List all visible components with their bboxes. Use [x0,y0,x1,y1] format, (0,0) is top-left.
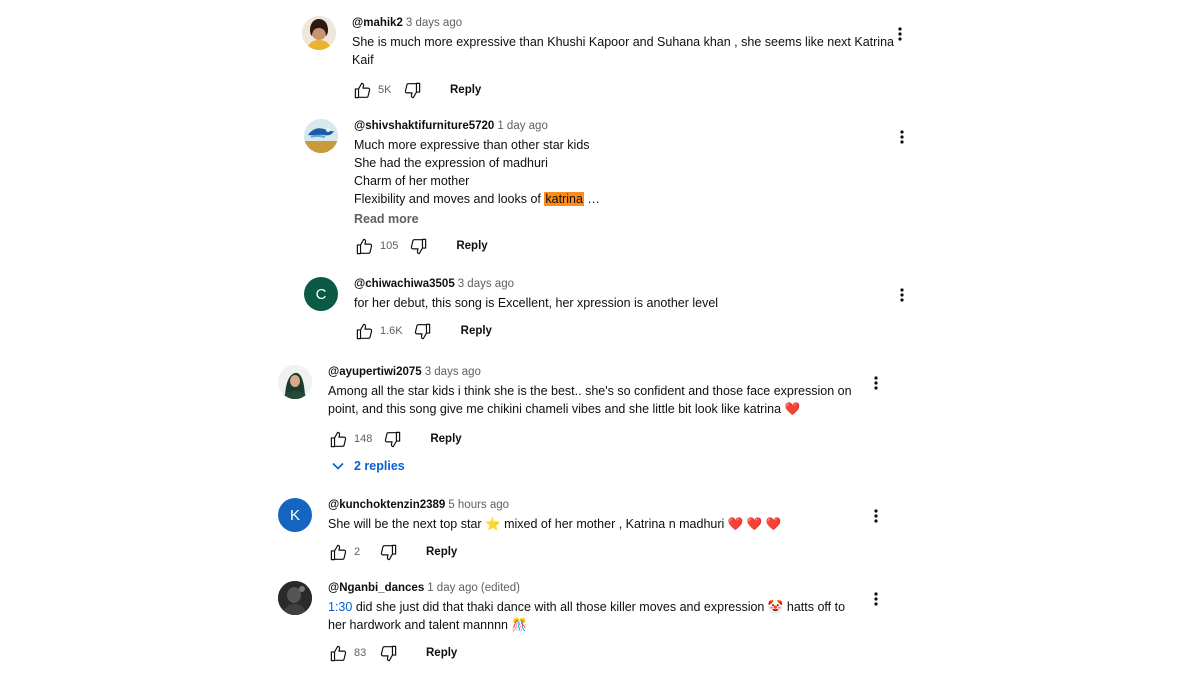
comment-ayupertiwi2075: @ayupertiwi2075 3 days ago Among all the … [278,365,898,480]
more-vert-icon[interactable] [866,373,886,393]
thumbs-down-icon[interactable] [413,321,433,341]
comment-text: She is much more expressive than Khushi … [352,33,894,69]
comment-actions: 83 Reply [328,642,868,664]
avatar-letter: K [289,506,300,524]
author-name[interactable]: @Nganbi_dances [328,582,424,594]
author-name[interactable]: @chiwachiwa3505 [354,278,455,290]
comment-header: @kunchoktenzin2389 5 hours ago [328,498,868,512]
comment-text: for her debut, this song is Excellent, h… [354,294,874,312]
thumbs-down-icon[interactable] [408,236,428,256]
like-count: 5K [378,84,392,96]
read-more-button[interactable]: Read more [354,211,874,227]
more-vert-icon[interactable] [866,506,886,526]
comment-kunchoktenzin2389: K @kunchoktenzin2389 5 hours ago She will… [278,498,898,564]
reply-button[interactable]: Reply [426,647,457,659]
video-timestamp-link[interactable]: 1:30 [328,600,352,614]
comment-line-last: Flexibility and moves and looks of katri… [354,190,874,208]
reply-button[interactable]: Reply [426,546,457,558]
comment-time[interactable]: 3 days ago [425,366,481,378]
author-name[interactable]: @shivshaktifurniture5720 [354,120,494,132]
comment-time[interactable]: 1 day ago (edited) [427,582,520,594]
thumbs-up-icon[interactable] [354,321,374,341]
author-name[interactable]: @ayupertiwi2075 [328,366,422,378]
comment-mahik2: @mahik2 3 days ago She is much more expre… [302,16,902,106]
search-highlight: katrina [544,192,584,206]
comment-line: Charm of her mother [354,174,470,188]
avatar[interactable]: K [278,498,312,532]
comment-text: 1:30 did she just did that thaki dance w… [328,598,868,634]
thumbs-down-icon[interactable] [378,542,398,562]
thumbs-up-icon[interactable] [328,643,348,663]
comment-actions: 5K Reply [352,79,892,101]
more-vert-icon[interactable] [866,589,886,609]
comment-line-rest: did she just did that thaki dance with a… [352,600,846,614]
comment-line: 1:30 did she just did that thaki dance w… [328,598,868,616]
comment-line: She had the expression of madhuri [354,156,548,170]
thumbs-up-icon[interactable] [328,542,348,562]
comment-line: her hardwork and talent mannnn 🎊 [328,618,528,632]
truncation-ellipsis: … [583,192,600,206]
more-vert-icon[interactable] [890,24,910,44]
thumbs-down-icon[interactable] [382,429,402,449]
comment-text: Among all the star kids i think she is t… [328,382,868,418]
comment-text: She will be the next top star ⭐ mixed of… [328,515,868,533]
comment-header: @chiwachiwa3505 3 days ago [354,277,874,291]
view-replies-button[interactable]: 2 replies [332,459,405,473]
comment-header: @ayupertiwi2075 3 days ago [328,365,868,379]
avatar[interactable] [278,365,312,399]
comment-header: @shivshaktifurniture5720 1 day ago [354,119,874,133]
comment-line: point, and this song give me chikini cha… [328,402,801,416]
comment-line: for her debut, this song is Excellent, h… [354,296,719,310]
comment-time[interactable]: 3 days ago [458,278,514,290]
thumbs-down-icon[interactable] [402,80,422,100]
thumbs-up-icon[interactable] [352,80,372,100]
chevron-down-icon [332,462,344,470]
replies-count-label: 2 replies [354,459,405,473]
author-name[interactable]: @mahik2 [352,17,403,29]
comment-actions: 148 Reply [328,428,868,450]
avatar[interactable] [304,119,338,153]
avatar[interactable]: C [304,277,338,311]
comment-line-prefix: Flexibility and moves and looks of [354,192,545,206]
reply-button[interactable]: Reply [456,240,487,252]
like-count: 105 [380,240,399,252]
comment-shivshaktifurniture5720: @shivshaktifurniture5720 1 day ago Much m… [304,119,904,269]
thumbs-down-icon[interactable] [378,643,398,663]
like-count: 148 [354,433,373,445]
thumbs-up-icon[interactable] [328,429,348,449]
comment-line: Much more expressive than other star kid… [354,138,590,152]
thumbs-up-icon[interactable] [354,236,374,256]
comment-actions: 105 Reply [354,235,874,257]
comment-line: Among all the star kids i think she is t… [328,384,852,398]
comment-chiwachiwa3505: C @chiwachiwa3505 3 days ago for her debu… [304,277,904,343]
comment-line: Kaif [352,53,374,67]
comment-line: She will be the next top star ⭐ mixed of… [328,517,782,531]
avatar-letter: C [315,285,327,303]
comment-time[interactable]: 5 hours ago [448,499,509,511]
comment-line: She is much more expressive than Khushi … [352,35,894,49]
like-count: 83 [354,647,367,659]
comment-time[interactable]: 3 days ago [406,17,462,29]
reply-button[interactable]: Reply [450,84,481,96]
like-count: 2 [354,546,361,558]
comment-header: @mahik2 3 days ago [352,16,892,30]
more-vert-icon[interactable] [892,285,912,305]
more-vert-icon[interactable] [892,127,912,147]
author-name[interactable]: @kunchoktenzin2389 [328,499,445,511]
comment-text: Much more expressive than other star kid… [354,136,874,208]
reply-button[interactable]: Reply [461,325,492,337]
comment-actions: 1.6K Reply [354,320,874,342]
avatar[interactable] [278,581,312,615]
avatar[interactable] [302,16,336,50]
comment-time[interactable]: 1 day ago [497,120,548,132]
reply-button[interactable]: Reply [430,433,461,445]
comment-header: @Nganbi_dances 1 day ago (edited) [328,581,868,595]
like-count: 1.6K [380,325,403,337]
comment-actions: 2 Reply [328,541,868,563]
comment-nganbi-dances: @Nganbi_dances 1 day ago (edited) 1:30 di… [278,581,898,671]
